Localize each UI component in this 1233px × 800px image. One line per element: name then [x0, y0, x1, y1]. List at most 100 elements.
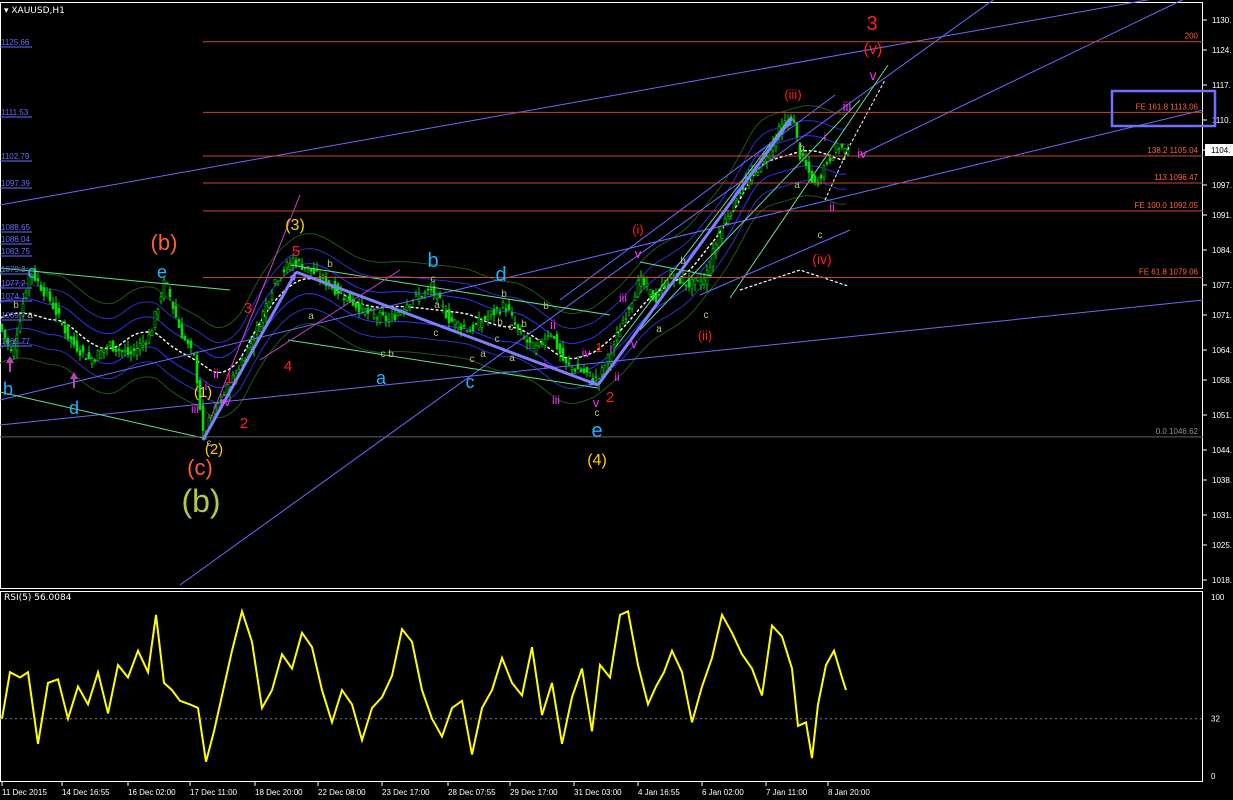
trend-lines — [0, 0, 1204, 586]
candle-body — [531, 342, 535, 349]
candle-body — [165, 282, 169, 284]
candles — [0, 113, 850, 440]
wave-label: b — [680, 256, 686, 267]
time-tick-label: 17 Dec 11:00 — [190, 788, 238, 797]
candle-body — [600, 367, 604, 375]
candle-body — [285, 262, 289, 269]
candle-body — [825, 162, 829, 165]
marker-arrowhead — [6, 356, 14, 363]
wave-labels: 3(v)viii(iii)iivbaiic(iv)(i)viiiba (ii)ci… — [3, 13, 882, 519]
candle-body — [393, 314, 397, 321]
symbol-header[interactable]: ▾ XAUUSD,H1 — [4, 6, 65, 16]
rsi-panel[interactable]: 100 32 0 — [0, 593, 1225, 781]
candle-body — [51, 302, 55, 309]
price-tick-label: 1091. — [1212, 211, 1232, 220]
candle-body — [183, 336, 187, 340]
time-tick-label: 7 Jan 11:00 — [766, 788, 808, 797]
candle-body — [144, 343, 148, 345]
candle-body — [390, 314, 394, 318]
candle-body — [507, 304, 511, 311]
left-price-label: 1111.53 — [1, 108, 29, 117]
candle-body — [693, 277, 697, 286]
wave-label: c — [595, 408, 600, 419]
wave-label: a — [509, 353, 515, 364]
wave-label: a — [794, 180, 800, 191]
candle-body — [0, 324, 4, 331]
candle-body — [525, 339, 529, 343]
candle-body — [168, 289, 172, 298]
price-tick-label: 1064. — [1212, 346, 1232, 355]
candle-body — [585, 367, 589, 373]
candle-body — [708, 267, 712, 275]
candle-body — [627, 307, 631, 310]
candle-body — [264, 303, 268, 318]
candle-body — [471, 324, 475, 332]
candle-body — [699, 280, 703, 286]
candle-body — [702, 278, 706, 285]
candle-body — [345, 295, 349, 302]
wave-label: a — [27, 310, 33, 321]
symbol-label: XAUUSD,H1 — [11, 6, 65, 16]
trend-line — [859, 0, 1184, 156]
candle-body — [75, 340, 79, 352]
candle-body — [69, 336, 73, 341]
candle-body — [435, 292, 439, 300]
candle-body — [387, 318, 391, 322]
candle-body — [468, 330, 472, 333]
time-tick-label: 8 Jan 20:00 — [828, 788, 870, 797]
candle-body — [537, 339, 541, 347]
candle-body — [417, 294, 421, 302]
wave-label: i — [205, 379, 208, 393]
candle-body — [177, 319, 181, 329]
wave-label: 3 — [866, 13, 877, 35]
candle-body — [828, 157, 832, 162]
current-price-label: 1104. — [1211, 146, 1230, 155]
candle-body — [84, 357, 88, 360]
wave-label: (b) — [151, 230, 178, 255]
wave-label: v — [635, 246, 642, 261]
candle-body — [477, 317, 481, 331]
candle-body — [645, 283, 649, 287]
wave-label: e — [157, 262, 167, 282]
wave-label: ii — [614, 370, 619, 384]
wave-label: 1 — [225, 370, 233, 386]
candle-body — [690, 278, 694, 290]
impulse-arrow — [596, 117, 794, 386]
time-axis[interactable]: 11 Dec 2015 14 Dec 16:55 16 Dec 02:00 17 De… — [1, 782, 870, 797]
candle-body — [126, 347, 130, 355]
rsi-panel-border — [0, 591, 1203, 782]
candle-body — [648, 289, 652, 295]
wave-label: (v) — [864, 41, 883, 58]
trend-line — [0, 0, 1150, 206]
wave-label: e — [591, 420, 602, 442]
candle-body — [180, 323, 184, 339]
candle-body — [720, 225, 724, 240]
candle-body — [723, 218, 727, 225]
left-price-label: 1088.65 — [1, 223, 30, 232]
candle-body — [111, 340, 115, 352]
candle-body — [756, 171, 760, 176]
candle-body — [39, 284, 43, 291]
candle-body — [657, 293, 661, 296]
price-tick-label: 1031. — [1212, 511, 1232, 520]
candle-body — [66, 324, 70, 339]
candle-body — [123, 350, 127, 353]
price-chart[interactable]: 200 FE 161.8 1113.06 138.2 1105.04 113 1096… — [0, 0, 1233, 800]
candle-body — [195, 355, 199, 384]
wave-label: a — [656, 324, 662, 335]
candle-body — [459, 325, 463, 330]
wave-label: (1) — [194, 384, 212, 401]
wave-label: (iv) — [812, 251, 831, 267]
candle-body — [426, 288, 430, 291]
wave-label: b — [501, 289, 507, 300]
trend-line — [729, 64, 889, 299]
price-axis[interactable]: 1130.1124.1117.1110.1104.1097.1091.1084.… — [1203, 16, 1233, 585]
wave-label: c — [431, 274, 436, 285]
candle-body — [489, 310, 493, 315]
wave-arrows — [6, 117, 794, 441]
candle-body — [843, 148, 847, 154]
candle-body — [135, 348, 139, 356]
time-tick-label: 23 Dec 17:00 — [382, 788, 430, 797]
fib-level-label: 0.0 1046.62 — [1156, 427, 1199, 436]
candle-body — [465, 330, 469, 333]
